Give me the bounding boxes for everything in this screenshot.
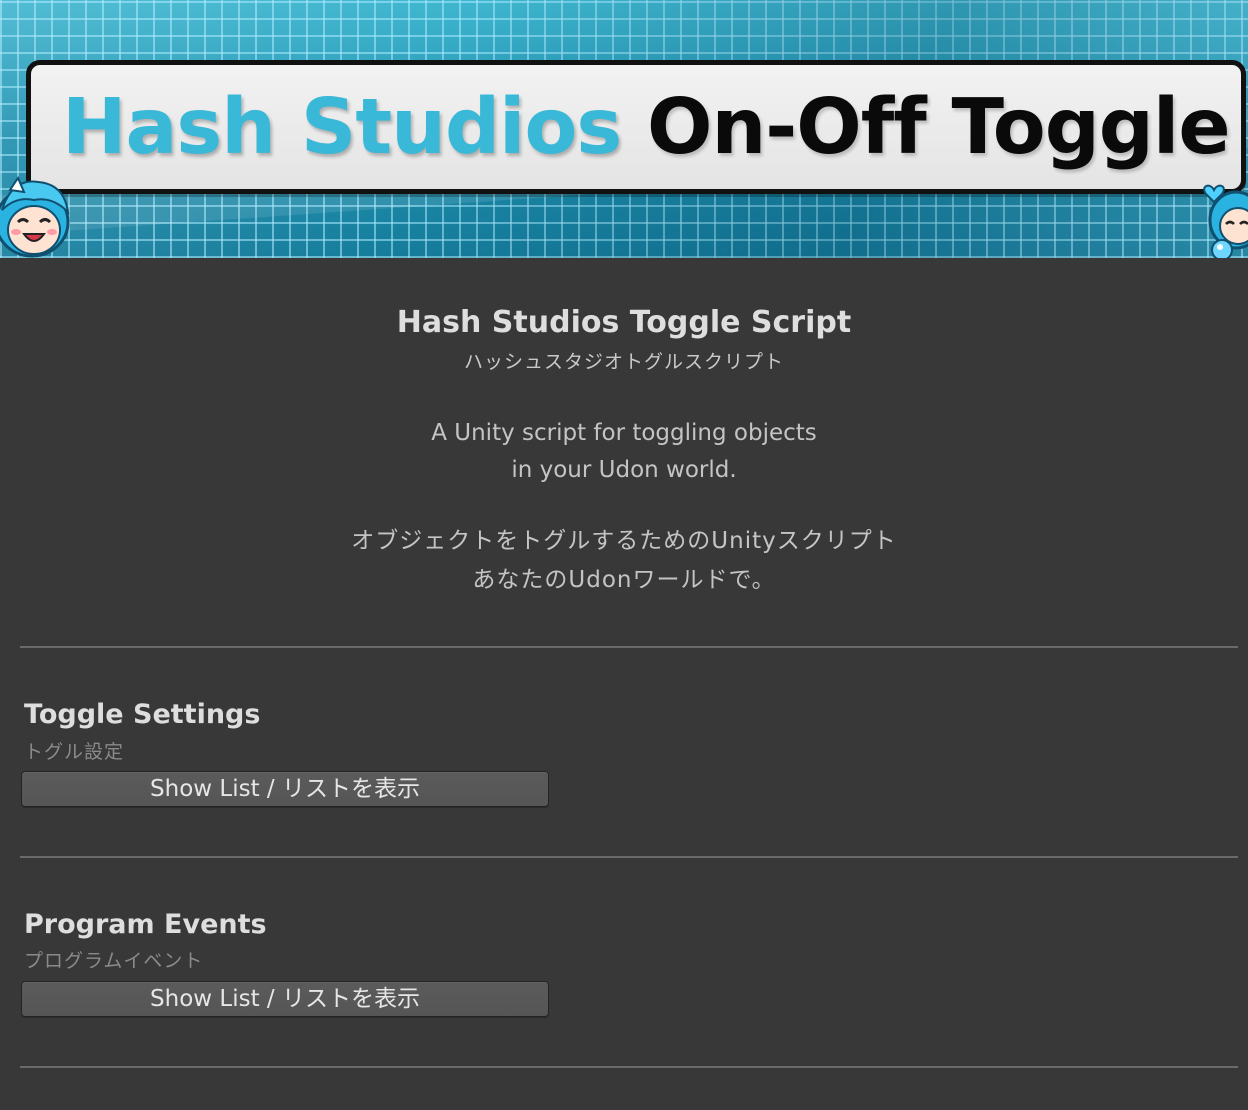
- inspector-panel: Hash Studios On-Off Toggle Hash Studios …: [0, 0, 1248, 1110]
- program-events-subtitle: プログラムイベント: [24, 950, 204, 972]
- script-title: Hash Studios Toggle Script: [396, 305, 852, 340]
- description-jp-line-1: オブジェクトをトグルするためのUnityスクリプト: [351, 528, 897, 554]
- mascot-right-icon: [1203, 184, 1248, 258]
- banner-brand-text: Hash Studios: [62, 83, 622, 172]
- toggle-settings-title: Toggle Settings: [24, 699, 261, 730]
- script-subtitle-jp: ハッシュスタジオトグルスクリプト: [463, 351, 784, 373]
- toggle-settings-subtitle: トグル設定: [24, 741, 125, 763]
- section-divider: [20, 1066, 1238, 1068]
- description-en-line-1: A Unity script for toggling objects: [431, 420, 817, 446]
- banner-title-space: [621, 83, 647, 172]
- mascot-left-icon: [0, 175, 70, 258]
- description-en-line-2: in your Udon world.: [511, 457, 737, 483]
- description-jp-line-2: あなたのUdonワールドで。: [472, 567, 776, 593]
- program-events-title: Program Events: [24, 909, 267, 940]
- banner-product-text: On-Off Toggle: [647, 83, 1231, 172]
- header-banner: Hash Studios On-Off Toggle: [0, 0, 1248, 258]
- section-divider: [20, 856, 1238, 858]
- toggle-settings-show-list-button[interactable]: Show List / リストを表示: [21, 771, 549, 807]
- banner-title: Hash Studios On-Off Toggle: [62, 82, 1231, 174]
- program-events-show-list-button[interactable]: Show List / リストを表示: [21, 981, 549, 1017]
- section-divider: [20, 646, 1238, 648]
